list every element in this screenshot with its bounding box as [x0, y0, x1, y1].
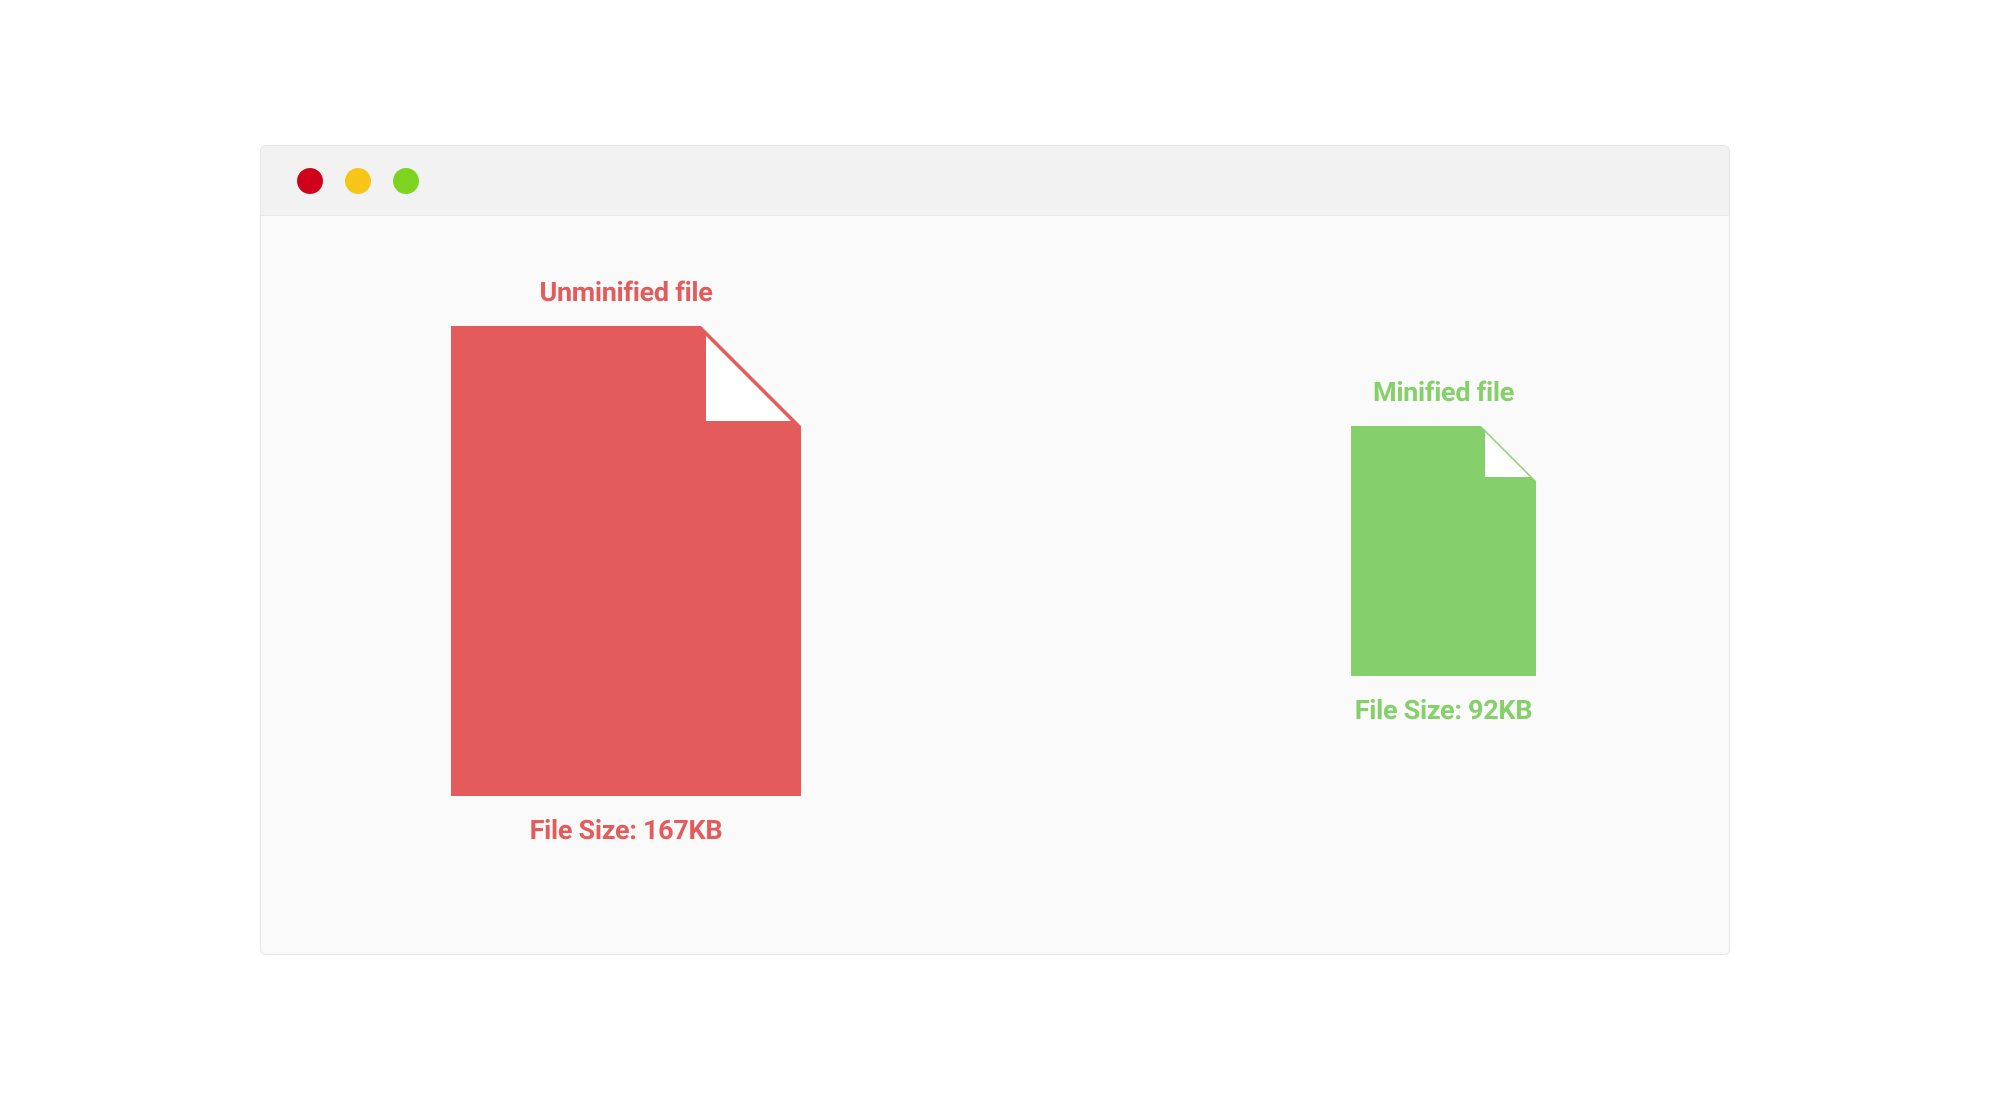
- minimize-icon[interactable]: [345, 168, 371, 194]
- minified-file-group: Minified file File Size: 92KB: [1351, 376, 1536, 726]
- file-icon: [1351, 426, 1536, 676]
- maximize-icon[interactable]: [393, 168, 419, 194]
- unminified-size-label: File Size: 167KB: [451, 814, 801, 846]
- close-icon[interactable]: [297, 168, 323, 194]
- titlebar: [261, 146, 1729, 216]
- minified-size-label: File Size: 92KB: [1351, 694, 1536, 726]
- content-area: Unminified file File Size: 167KB Minifie…: [261, 216, 1729, 954]
- minified-title: Minified file: [1351, 376, 1536, 408]
- unminified-file-group: Unminified file File Size: 167KB: [451, 276, 801, 846]
- unminified-title: Unminified file: [451, 276, 801, 308]
- file-icon: [451, 326, 801, 796]
- diagram-window: Unminified file File Size: 167KB Minifie…: [260, 145, 1730, 955]
